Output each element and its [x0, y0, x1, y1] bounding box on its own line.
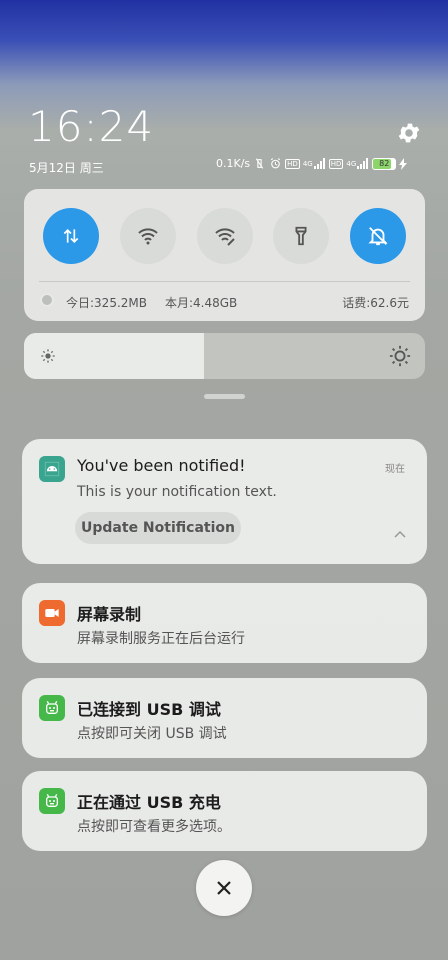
tile-flashlight[interactable] [273, 208, 329, 264]
status-icons: 0.1K/s HD 4G HD 4G 82 [216, 157, 408, 170]
drag-handle[interactable] [204, 394, 245, 399]
notification-text: 点按即可查看更多选项。 [77, 819, 231, 835]
sim2-hd-label: HD [328, 158, 344, 169]
wifi-icon [138, 228, 158, 245]
notification-card[interactable]: You've been notified! 现在 This is your no… [22, 439, 427, 564]
tile-wifi[interactable] [120, 208, 176, 264]
data-usage-icon [40, 293, 54, 307]
notification-text: This is your notification text. [77, 484, 277, 500]
notification-title: 已连接到 USB 调试 [77, 700, 221, 719]
collapse-chevron-icon[interactable] [393, 529, 407, 539]
video-camera-icon [39, 600, 65, 626]
bell-off-icon [368, 227, 388, 246]
signal-icon [313, 158, 325, 169]
brightness-low-icon [41, 349, 55, 363]
notification-title: 屏幕录制 [77, 605, 142, 624]
tile-hotspot[interactable] [197, 208, 253, 264]
usb-bot-icon [39, 788, 65, 814]
data-arrows-icon [63, 228, 79, 244]
notification-text: 屏幕录制服务正在后台运行 [77, 631, 245, 647]
usb-bot-icon [39, 695, 65, 721]
close-icon [217, 881, 231, 895]
date-label: 5月12日 周三 [29, 161, 104, 175]
notification-title: You've been notified! [77, 456, 246, 475]
tile-mute[interactable] [350, 208, 406, 264]
signal-icon [357, 158, 369, 169]
notification-card[interactable]: 正在通过 USB 充电 点按即可查看更多选项。 [22, 771, 427, 851]
wifi-edit-icon [215, 228, 235, 246]
flashlight-icon [295, 226, 307, 246]
gear-icon [398, 123, 420, 143]
sim1-net-label: 4G [302, 159, 313, 168]
tile-mobile-data[interactable] [43, 208, 99, 264]
sim2-net-label: 4G [346, 159, 357, 168]
sim1-hd-label: HD [285, 158, 300, 169]
android-icon [39, 456, 65, 482]
alarm-icon [271, 158, 281, 169]
notification-time: 现在 [385, 464, 405, 475]
notification-text: 点按即可关闭 USB 调试 [77, 726, 227, 742]
notification-card[interactable]: 屏幕录制 屏幕录制服务正在后台运行 [22, 583, 427, 663]
data-usage-row[interactable]: 今日:325.2MB 本月:4.48GB 话费:62.6元 [40, 292, 409, 312]
clock-time: 16:24 [28, 102, 155, 151]
data-month: 本月:4.48GB [165, 296, 238, 310]
data-today: 今日:325.2MB [66, 296, 147, 310]
notification-title: 正在通过 USB 充电 [77, 793, 221, 812]
brightness-high-icon [389, 345, 411, 367]
brightness-slider[interactable] [24, 333, 425, 379]
clear-all-button[interactable] [196, 860, 252, 916]
update-notification-button[interactable]: Update Notification [75, 512, 241, 544]
battery-icon: 82 [372, 157, 397, 170]
charging-bolt-icon [399, 157, 408, 170]
notification-card[interactable]: 已连接到 USB 调试 点按即可关闭 USB 调试 [22, 678, 427, 758]
quick-settings-panel: 今日:325.2MB 本月:4.48GB 话费:62.6元 [24, 189, 425, 321]
battery-level: 82 [379, 158, 390, 168]
phone-balance: 话费:62.6元 [342, 296, 409, 310]
settings-button[interactable] [396, 120, 422, 146]
mute-vibrate-icon [255, 158, 264, 169]
net-speed: 0.1K/s [216, 157, 251, 170]
qs-divider [39, 281, 410, 282]
